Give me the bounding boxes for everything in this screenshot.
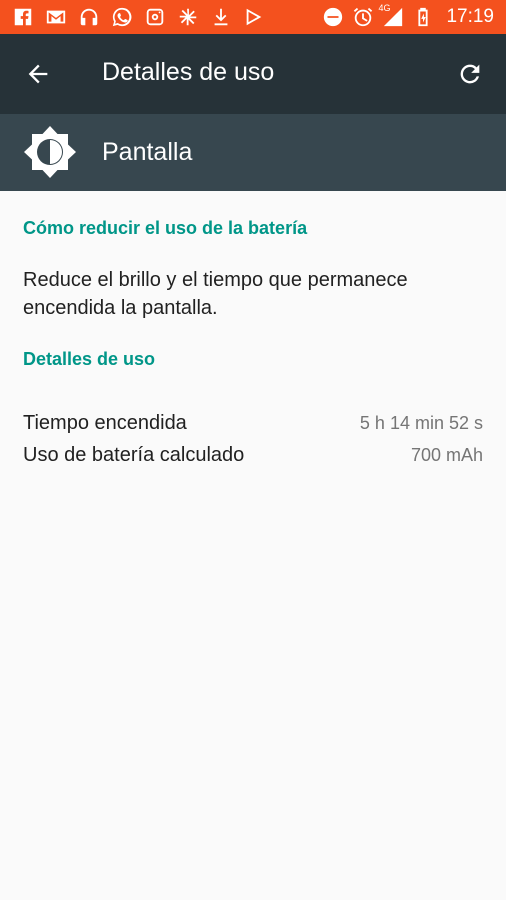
detail-label: Tiempo encendida: [23, 411, 187, 434]
do-not-disturb-icon: [322, 6, 344, 28]
refresh-icon: [460, 64, 480, 84]
play-store-icon: [243, 6, 265, 28]
download-icon: [210, 6, 232, 28]
alarm-icon: [352, 6, 374, 28]
app-bar: Detalles de uso: [0, 34, 506, 114]
brightness-icon: [24, 126, 76, 178]
status-bar: 4G 17:19: [0, 0, 506, 34]
detail-value: 5 h 14 min 52 s: [359, 412, 483, 433]
pinwheel-icon: [177, 6, 199, 28]
signal-icon: 4G: [378, 3, 404, 28]
detail-row-screen-time: Tiempo encendida 5 h 14 min 52 s: [23, 408, 483, 438]
status-time: 17:19: [446, 6, 494, 27]
tips-section-title: Cómo reducir el uso de la batería: [23, 218, 308, 238]
detail-value: 700 mAh: [410, 444, 483, 465]
tips-text: Reduce el brillo y el tiempo que permane…: [23, 269, 408, 319]
refresh-button[interactable]: [452, 56, 488, 92]
app-name: Pantalla: [102, 138, 193, 166]
whatsapp-icon: [111, 6, 133, 28]
instagram-icon: [144, 6, 166, 28]
headphones-icon: [78, 6, 100, 28]
network-type-label: 4G: [378, 3, 391, 13]
details-section-title: Detalles de uso: [23, 349, 156, 369]
detail-label: Uso de batería calculado: [23, 443, 245, 466]
detail-row-battery-usage: Uso de batería calculado 700 mAh: [23, 440, 483, 470]
gmail-icon: [45, 6, 67, 28]
app-header-band: Pantalla: [0, 114, 506, 191]
facebook-icon: [12, 6, 34, 28]
battery-charging-icon: [412, 6, 434, 28]
arrow-back-icon: [28, 64, 48, 84]
page-title: Detalles de uso: [102, 58, 275, 86]
back-button[interactable]: [20, 56, 56, 92]
